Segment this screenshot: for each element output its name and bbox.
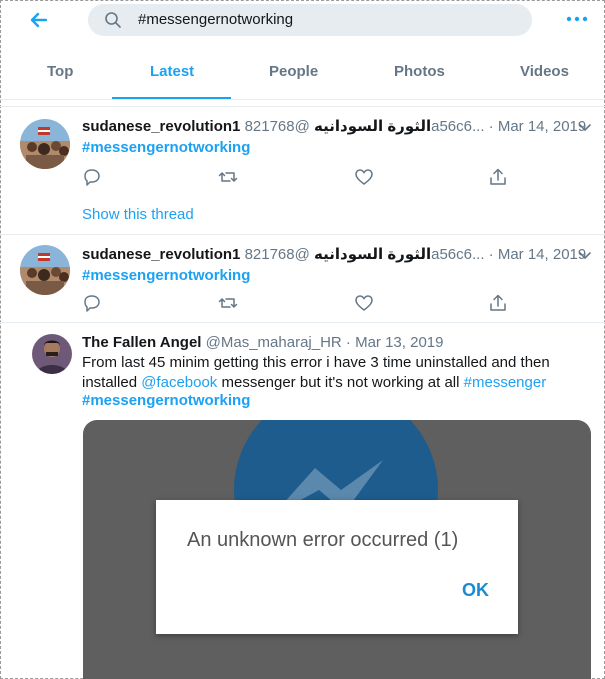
display-name[interactable]: The Fallen Angel xyxy=(82,334,201,351)
more-options-icon[interactable] xyxy=(565,12,589,26)
tab-people[interactable]: People xyxy=(269,63,318,80)
tweet-text-line: installed @facebook messenger but it's n… xyxy=(82,374,546,391)
tweet-text: #messengernotworking xyxy=(82,139,250,156)
tweet[interactable]: sudanese_revolution1 الثورة السودانيه @8… xyxy=(0,106,605,234)
tab-photos[interactable]: Photos xyxy=(394,63,445,80)
active-tab-indicator xyxy=(112,97,231,99)
avatar[interactable] xyxy=(20,119,70,169)
avatar[interactable] xyxy=(32,334,72,374)
tweet-text-line: #messengernotworking xyxy=(82,392,250,409)
text-fragment: installed xyxy=(82,374,142,391)
search-query: #messengernotworking xyxy=(138,11,294,28)
error-dialog: An unknown error occurred (1) OK xyxy=(156,500,518,634)
back-arrow-icon[interactable] xyxy=(26,8,54,32)
error-message: An unknown error occurred (1) xyxy=(187,529,459,551)
retweet-icon[interactable] xyxy=(218,167,238,187)
tweet-date[interactable]: Mar 13, 2019 xyxy=(355,334,443,351)
like-icon[interactable] xyxy=(354,293,374,313)
tweet-media-image[interactable]: An unknown error occurred (1) OK xyxy=(83,420,591,679)
chevron-down-icon[interactable] xyxy=(578,251,592,261)
share-icon[interactable] xyxy=(488,167,508,187)
tab-videos[interactable]: Videos xyxy=(520,63,569,80)
tab-latest[interactable]: Latest xyxy=(150,63,194,80)
tweet-text: #messengernotworking xyxy=(82,267,250,284)
separator: · xyxy=(488,246,494,263)
hashtag-link[interactable]: #messengernotworking xyxy=(82,392,250,409)
hashtag-link[interactable]: #messengernotworking xyxy=(82,139,250,156)
separator: · xyxy=(488,118,494,135)
chevron-down-icon[interactable] xyxy=(578,123,592,133)
tweet-actions xyxy=(82,167,522,189)
tweet-date[interactable]: Mar 14, 2019 xyxy=(498,118,586,135)
reply-icon[interactable] xyxy=(82,167,102,187)
search-input[interactable]: #messengernotworking xyxy=(88,4,532,36)
tweet-header: sudanese_revolution1 الثورة السودانيه @8… xyxy=(82,245,586,263)
top-bar: #messengernotworking xyxy=(0,0,605,42)
ok-button: OK xyxy=(462,580,489,600)
separator: · xyxy=(345,334,351,351)
avatar[interactable] xyxy=(20,245,70,295)
share-icon[interactable] xyxy=(488,293,508,313)
search-tabs: Top Latest People Photos Videos xyxy=(0,48,605,100)
tweet-actions xyxy=(82,293,522,315)
tweet-header: The Fallen Angel @Mas_maharaj_HR · Mar 1… xyxy=(82,334,562,351)
search-icon xyxy=(105,12,121,28)
mention-link[interactable]: @facebook xyxy=(141,374,217,391)
text-fragment: messenger but it's not working at all xyxy=(217,374,464,391)
tweet-header: sudanese_revolution1 الثورة السودانيه @8… xyxy=(82,117,586,135)
retweet-icon[interactable] xyxy=(218,293,238,313)
hashtag-link[interactable]: #messenger xyxy=(464,374,547,391)
user-handle[interactable]: @Mas_maharaj_HR xyxy=(206,334,342,351)
tweet[interactable]: sudanese_revolution1 الثورة السودانيه @8… xyxy=(0,234,605,322)
tab-top[interactable]: Top xyxy=(47,63,73,80)
show-thread-link[interactable]: Show this thread xyxy=(82,206,194,223)
hashtag-link[interactable]: #messengernotworking xyxy=(82,267,250,284)
tweet-date[interactable]: Mar 14, 2019 xyxy=(498,246,586,263)
like-icon[interactable] xyxy=(354,167,374,187)
reply-icon[interactable] xyxy=(82,293,102,313)
tweet-text-line: From last 45 minim getting this error i … xyxy=(82,354,550,371)
